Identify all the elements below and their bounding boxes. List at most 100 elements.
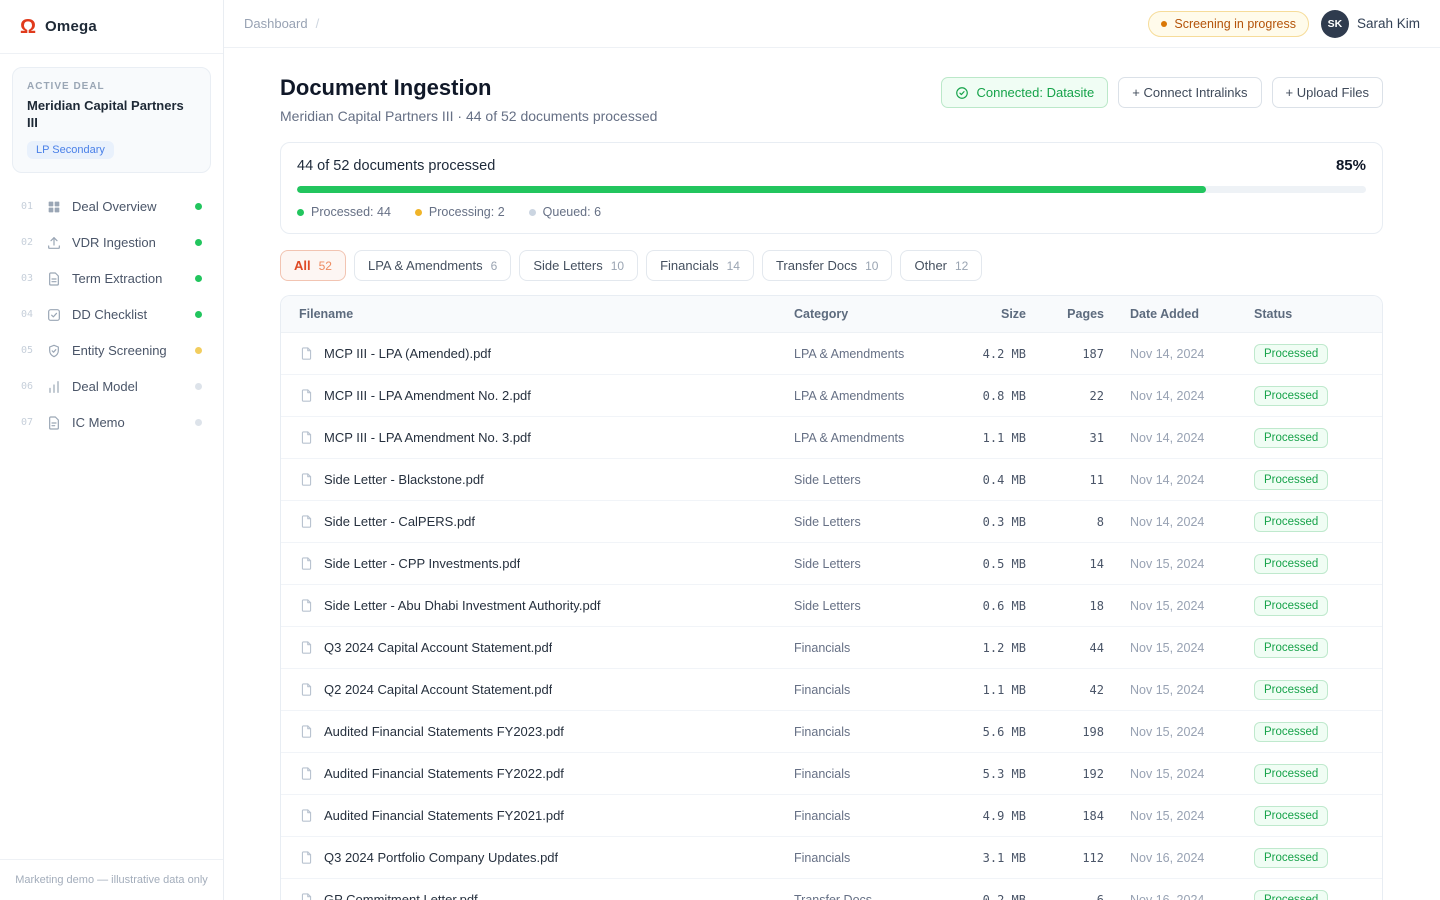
file-icon <box>299 346 314 361</box>
table-row[interactable]: GP Commitment Letter.pdf Transfer Docs 0… <box>281 879 1382 900</box>
table-row[interactable]: Q3 2024 Capital Account Statement.pdf Fi… <box>281 627 1382 669</box>
topbar: Dashboard / Screening in progress SK Sar… <box>224 0 1440 48</box>
check-circle-icon <box>955 86 969 100</box>
tab-count: 52 <box>319 259 332 273</box>
filename-cell: Side Letter - CPP Investments.pdf <box>281 556 794 571</box>
table-row[interactable]: Audited Financial Statements FY2023.pdf … <box>281 711 1382 753</box>
tab-other[interactable]: Other 12 <box>900 250 982 281</box>
table-row[interactable]: Audited Financial Statements FY2022.pdf … <box>281 753 1382 795</box>
category-cell: Side Letters <box>794 599 861 613</box>
tab-transfer-docs[interactable]: Transfer Docs 10 <box>762 250 893 281</box>
status-dot <box>195 419 202 426</box>
category-filter-tabs: All 52 LPA & Amendments 6 Side Letters 1… <box>280 250 1383 281</box>
gray-dot-icon <box>529 209 536 216</box>
table-row[interactable]: Side Letter - CalPERS.pdf Side Letters 0… <box>281 501 1382 543</box>
filename-text: Q2 2024 Capital Account Statement.pdf <box>324 682 552 697</box>
omega-logo-icon: Ω <box>20 17 36 37</box>
step-number: 01 <box>21 201 36 212</box>
brand-logo: Ω Omega <box>0 0 223 54</box>
file-icon <box>299 430 314 445</box>
page-header: Document Ingestion Meridian Capital Part… <box>280 75 1383 124</box>
pages-cell: 6 <box>1097 893 1104 900</box>
file-icon <box>299 850 314 865</box>
date-added-cell: Nov 14, 2024 <box>1130 515 1204 529</box>
sidebar-item-vdr-ingestion[interactable]: 02 VDR Ingestion <box>12 225 211 261</box>
table-row[interactable]: Side Letter - Blackstone.pdf Side Letter… <box>281 459 1382 501</box>
category-cell: LPA & Amendments <box>794 431 904 445</box>
date-added-cell: Nov 15, 2024 <box>1130 599 1204 613</box>
upload-files-button[interactable]: + Upload Files <box>1272 77 1383 108</box>
app-window: Ω Omega ACTIVE DEAL Meridian Capital Par… <box>0 0 1440 900</box>
legend-label: Queued: 6 <box>543 205 601 219</box>
pages-cell: 42 <box>1090 683 1104 697</box>
size-cell: 5.6 MB <box>983 725 1026 739</box>
tab-label: All <box>294 258 311 273</box>
table-row[interactable]: Q2 2024 Capital Account Statement.pdf Fi… <box>281 669 1382 711</box>
table-row[interactable]: Audited Financial Statements FY2021.pdf … <box>281 795 1382 837</box>
filename-cell: Audited Financial Statements FY2022.pdf <box>281 766 794 781</box>
tab-financials[interactable]: Financials 14 <box>646 250 754 281</box>
amber-dot-icon <box>415 209 422 216</box>
table-row[interactable]: MCP III - LPA (Amended).pdf LPA & Amendm… <box>281 333 1382 375</box>
tab-all[interactable]: All 52 <box>280 250 346 281</box>
date-added-cell: Nov 14, 2024 <box>1130 473 1204 487</box>
legend-label: Processed: 44 <box>311 205 391 219</box>
pages-cell: 14 <box>1090 557 1104 571</box>
tab-label: Financials <box>660 258 719 273</box>
table-row[interactable]: Side Letter - Abu Dhabi Investment Autho… <box>281 585 1382 627</box>
sidebar-item-deal-overview[interactable]: 01 Deal Overview <box>12 189 211 225</box>
breadcrumb-dashboard[interactable]: Dashboard <box>244 16 308 31</box>
sidebar-item-dd-checklist[interactable]: 04 DD Checklist <box>12 297 211 333</box>
progress-percent: 85% <box>1336 157 1366 174</box>
filename-text: Audited Financial Statements FY2021.pdf <box>324 808 564 823</box>
filename-text: Side Letter - CPP Investments.pdf <box>324 556 520 571</box>
column-header-status: Status <box>1254 307 1382 321</box>
table-row[interactable]: MCP III - LPA Amendment No. 3.pdf LPA & … <box>281 417 1382 459</box>
status-dot <box>195 275 202 282</box>
filename-text: Audited Financial Statements FY2023.pdf <box>324 724 564 739</box>
tab-side-letters[interactable]: Side Letters 10 <box>519 250 638 281</box>
connected-datasite-button[interactable]: Connected: Datasite <box>941 77 1108 108</box>
sidebar-item-label: VDR Ingestion <box>72 235 185 250</box>
sidebar-item-ic-memo[interactable]: 07 IC Memo <box>12 405 211 441</box>
table-row[interactable]: Side Letter - CPP Investments.pdf Side L… <box>281 543 1382 585</box>
status-badge: Processed <box>1254 428 1328 448</box>
sidebar-item-label: IC Memo <box>72 415 185 430</box>
table-row[interactable]: Q3 2024 Portfolio Company Updates.pdf Fi… <box>281 837 1382 879</box>
table-row[interactable]: MCP III - LPA Amendment No. 2.pdf LPA & … <box>281 375 1382 417</box>
pages-cell: 11 <box>1090 473 1104 487</box>
size-cell: 1.1 MB <box>983 431 1026 445</box>
sidebar-item-term-extraction[interactable]: 03 Term Extraction <box>12 261 211 297</box>
user-menu[interactable]: SK Sarah Kim <box>1321 10 1420 38</box>
tab-lpa-amendments[interactable]: LPA & Amendments 6 <box>354 250 511 281</box>
file-icon <box>299 388 314 403</box>
category-cell: Transfer Docs <box>794 893 872 900</box>
connect-intralinks-button[interactable]: + Connect Intralinks <box>1118 77 1261 108</box>
breadcrumb-separator: / <box>316 16 320 31</box>
active-deal-label: ACTIVE DEAL <box>27 81 196 92</box>
step-number: 07 <box>21 417 36 428</box>
sidebar-item-entity-screening[interactable]: 05 Entity Screening <box>12 333 211 369</box>
status-badge: Processed <box>1254 554 1328 574</box>
filename-text: Q3 2024 Portfolio Company Updates.pdf <box>324 850 558 865</box>
column-header-filename: Filename <box>281 307 794 321</box>
pages-cell: 192 <box>1082 767 1104 781</box>
pages-cell: 187 <box>1082 347 1104 361</box>
sidebar-item-label: DD Checklist <box>72 307 185 322</box>
status-badge: Processed <box>1254 764 1328 784</box>
date-added-cell: Nov 15, 2024 <box>1130 683 1204 697</box>
pages-cell: 8 <box>1097 515 1104 529</box>
status-badge: Processed <box>1254 890 1328 900</box>
category-cell: Financials <box>794 641 850 655</box>
filename-text: Q3 2024 Capital Account Statement.pdf <box>324 640 552 655</box>
progress-header: 44 of 52 documents processed 85% <box>297 157 1366 174</box>
filename-cell: Q2 2024 Capital Account Statement.pdf <box>281 682 794 697</box>
category-cell: LPA & Amendments <box>794 389 904 403</box>
sidebar-item-label: Deal Overview <box>72 199 185 214</box>
tab-count: 12 <box>955 259 968 273</box>
status-badge: Processed <box>1254 596 1328 616</box>
sidebar-item-deal-model[interactable]: 06 Deal Model <box>12 369 211 405</box>
ingestion-progress-card: 44 of 52 documents processed 85% Process… <box>280 142 1383 234</box>
sidebar-item-label: Deal Model <box>72 379 185 394</box>
date-added-cell: Nov 14, 2024 <box>1130 389 1204 403</box>
